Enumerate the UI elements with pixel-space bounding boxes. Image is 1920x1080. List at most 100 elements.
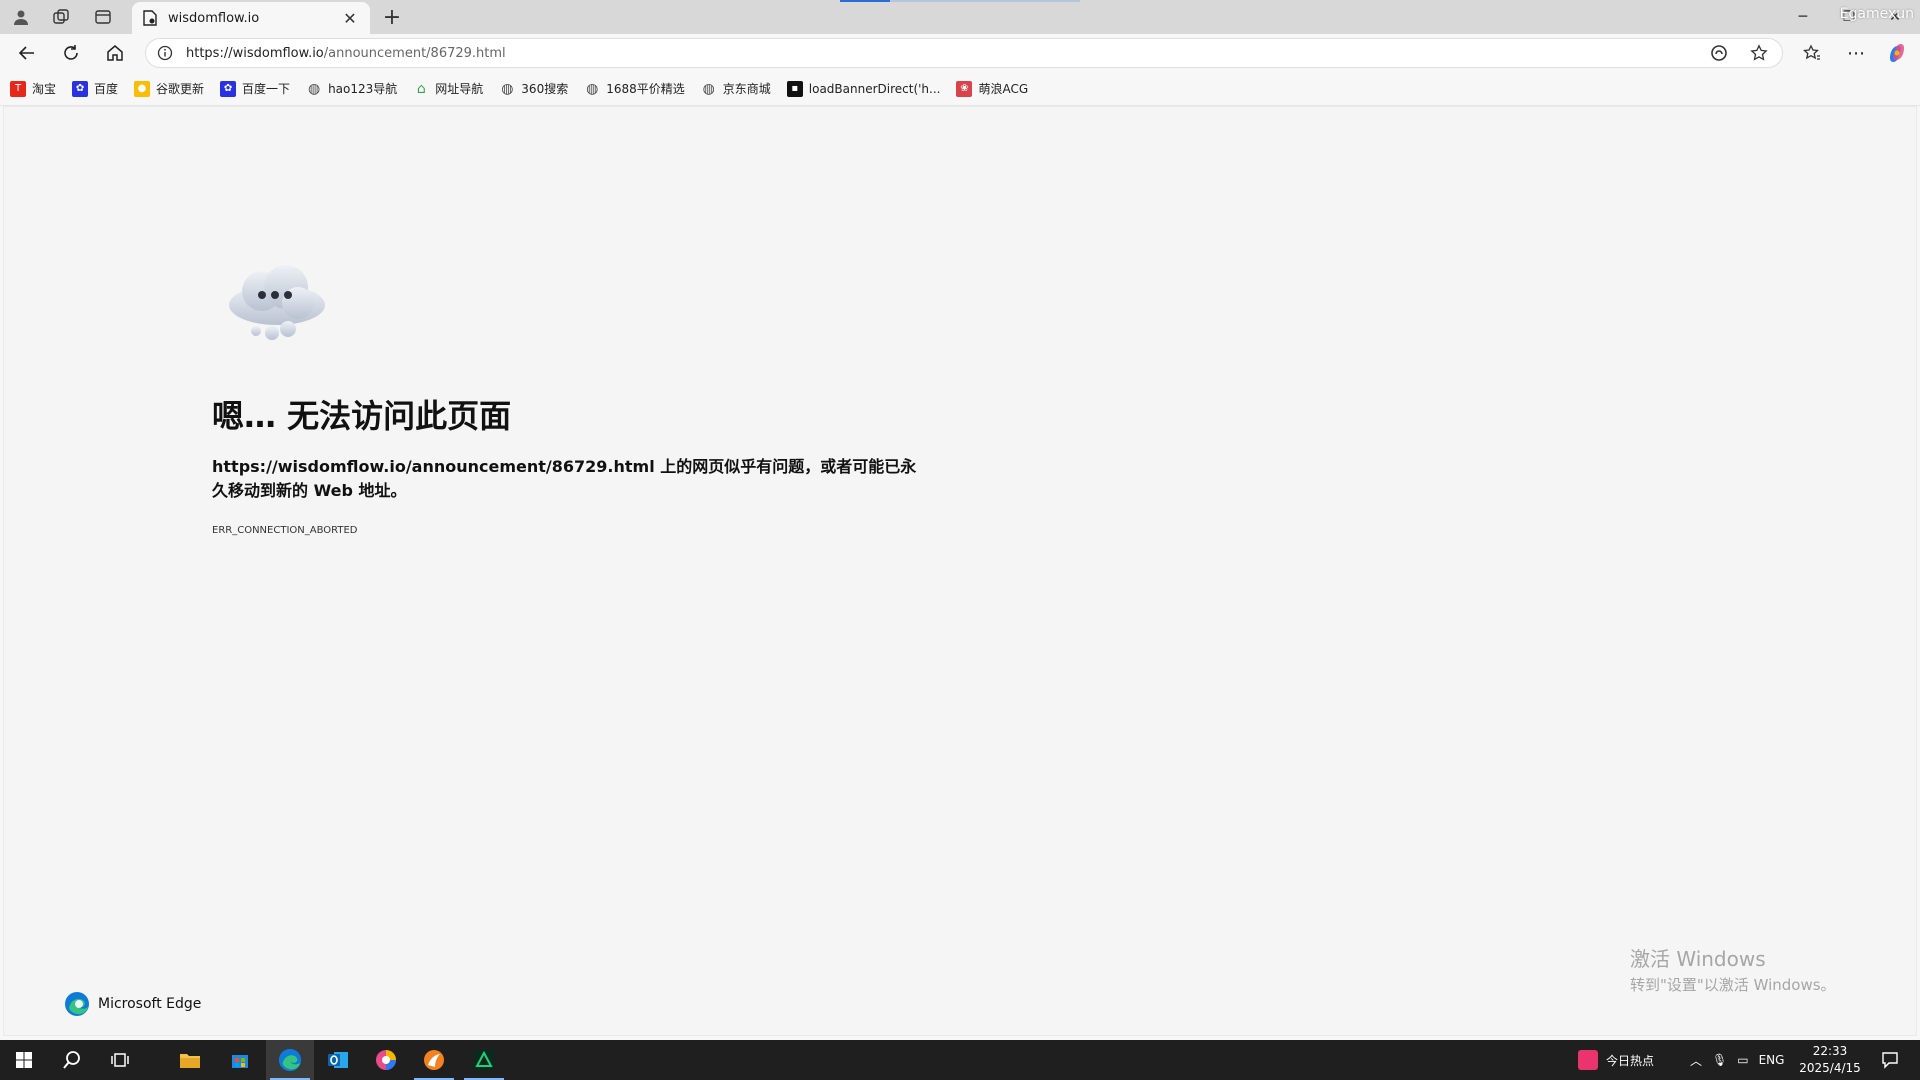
- back-button[interactable]: [12, 39, 42, 67]
- green-app-button[interactable]: [460, 1040, 508, 1080]
- store-icon: [232, 1055, 248, 1068]
- bookmark-item[interactable]: ● 谷歌更新: [134, 80, 204, 97]
- colorful-app-icon: [376, 1050, 396, 1070]
- watermark-title: 激活 Windows: [1630, 947, 1766, 971]
- tab-actions-icon: [95, 10, 111, 24]
- color-app-button[interactable]: [362, 1040, 410, 1080]
- edge-logo-icon: [65, 992, 89, 1016]
- edge-taskbar-button[interactable]: [266, 1040, 314, 1080]
- triangle-app-icon: [474, 1050, 494, 1070]
- news-widget[interactable]: 今日热点: [1578, 1040, 1654, 1080]
- bookmark-item[interactable]: ⌂ 网址导航: [413, 80, 483, 97]
- bookmark-item[interactable]: ◍ 1688平价精选: [584, 80, 685, 97]
- copilot-button[interactable]: [1882, 39, 1912, 67]
- language-indicator[interactable]: ENG: [1759, 1053, 1785, 1067]
- overlay-label: Egamexun: [1839, 6, 1914, 22]
- bookmark-label: 百度一下: [242, 82, 291, 96]
- chevron-up-icon[interactable]: ︿: [1690, 1052, 1702, 1069]
- orange-app-icon: [424, 1050, 444, 1070]
- clock-time: 22:33: [1812, 1044, 1848, 1058]
- edge-icon: [278, 1048, 302, 1072]
- bookmark-label: 淘宝: [32, 82, 57, 96]
- bookmarks-bar: T 淘宝 ✿ 百度 ● 谷歌更新 ✿ 百度一下 ◍ hao123导航 ⌂ 网址导航 ◍ 360搜索 ◍ 168…: [0, 72, 1920, 106]
- bookmark-label: 网址导航: [435, 82, 484, 96]
- url-path: /announcement/86729.html: [323, 45, 506, 61]
- copilot-icon: [1890, 44, 1904, 62]
- close-tab-icon[interactable]: ✕: [340, 8, 360, 28]
- bookmark-label: 谷歌更新: [156, 82, 205, 96]
- taobao-icon: T: [10, 80, 26, 97]
- acg-icon: ❀: [956, 80, 973, 97]
- edge-refresh-icon: [1711, 45, 1727, 61]
- favorites-button[interactable]: [1797, 39, 1827, 67]
- bookmark-label: hao123导航: [328, 82, 398, 96]
- workspaces-icon: [53, 9, 69, 24]
- cloud-error-icon: [229, 265, 325, 340]
- clock-date: 2025/4/15: [1799, 1061, 1861, 1075]
- chrome-icon: ●: [134, 80, 151, 97]
- refresh-button[interactable]: [56, 39, 86, 67]
- new-tab-button[interactable]: +: [380, 5, 404, 30]
- profile-button[interactable]: [8, 5, 34, 29]
- bookmark-label: 京东商城: [722, 82, 771, 96]
- url-host: https://wisdomflow.io: [186, 45, 324, 61]
- page-icon: [142, 10, 158, 26]
- file-explorer-button[interactable]: [166, 1040, 214, 1080]
- workspaces-button[interactable]: [48, 5, 74, 29]
- task-view-button[interactable]: [96, 1040, 144, 1080]
- tab-strip: wisdomflow.io ✕ + ─ ❐ ✕ Egamexun: [0, 0, 1920, 34]
- orange-app-button[interactable]: [410, 1040, 458, 1080]
- settings-menu-button[interactable]: ⋯: [1841, 39, 1871, 67]
- bookmark-label: 萌浪ACG: [978, 82, 1029, 96]
- network-icon[interactable]: ▭: [1737, 1053, 1748, 1067]
- minimize-button[interactable]: ─: [1780, 0, 1826, 34]
- start-button[interactable]: [0, 1040, 48, 1080]
- url-text[interactable]: https://wisdomflow.io/announcement/86729…: [186, 46, 1692, 61]
- loading-bar: [840, 0, 1080, 2]
- task-view-icon: [111, 1053, 129, 1067]
- error-description: https://wisdomflow.io/announcement/86729…: [212, 455, 932, 503]
- address-bar[interactable]: https://wisdomflow.io/announcement/86729…: [145, 38, 1783, 68]
- bookmark-label: 360搜索: [521, 82, 569, 96]
- tab-active[interactable]: wisdomflow.io ✕: [132, 2, 370, 34]
- bookmark-item[interactable]: ◍ 京东商城: [701, 80, 771, 97]
- back-arrow-icon: [18, 46, 34, 60]
- reading-mode-button[interactable]: [1706, 41, 1732, 65]
- globe-icon: ◍: [702, 80, 715, 97]
- more-dots-icon: ⋯: [1847, 42, 1865, 64]
- outlook-button[interactable]: [314, 1040, 362, 1080]
- bookmark-label: loadBannerDirect('h...: [808, 81, 941, 96]
- bookmark-item[interactable]: ❀ 萌浪ACG: [956, 80, 1028, 97]
- home-button[interactable]: [100, 39, 130, 67]
- system-tray: ︿ 🎙 ▭ ENG: [1690, 1040, 1784, 1080]
- favorite-star-button[interactable]: [1746, 41, 1772, 65]
- activation-watermark: 激活 Windows 转到"设置"以激活 Windows。: [1630, 943, 1836, 995]
- favorites-icon: [1803, 44, 1820, 60]
- bookmark-label: 1688平价精选: [606, 82, 685, 96]
- notifications-button[interactable]: [1866, 1040, 1914, 1080]
- tab-title: wisdomflow.io: [168, 10, 260, 26]
- bookmark-item[interactable]: ◍ hao123导航: [306, 80, 397, 97]
- page-content: 嗯… 无法访问此页面 https://wisdomflow.io/announc…: [3, 106, 1917, 1036]
- store-button[interactable]: [216, 1040, 264, 1080]
- bookmark-item[interactable]: T 淘宝: [10, 80, 56, 97]
- bookmark-item[interactable]: ▪ loadBannerDirect('h...: [786, 80, 941, 97]
- microphone-icon[interactable]: 🎙: [1712, 1053, 1727, 1067]
- bookmark-item[interactable]: ✿ 百度: [72, 80, 118, 97]
- notification-icon: [1882, 1052, 1898, 1069]
- error-code: ERR_CONNECTION_ABORTED: [212, 525, 358, 536]
- brand-label: Microsoft Edge: [98, 996, 202, 1012]
- globe-icon: ◍: [501, 80, 514, 97]
- bookmark-item[interactable]: ✿ 百度一下: [220, 80, 290, 97]
- search-button[interactable]: [48, 1040, 96, 1080]
- star-icon: [1750, 44, 1768, 61]
- info-icon[interactable]: [156, 44, 174, 62]
- bookmark-item[interactable]: ◍ 360搜索: [499, 80, 568, 97]
- taskbar-clock[interactable]: 22:33 2025/4/15: [1790, 1043, 1870, 1077]
- vertical-tabs-button[interactable]: [90, 5, 116, 29]
- folder-icon: [180, 1054, 200, 1068]
- outlook-icon: [328, 1052, 348, 1068]
- globe-icon: ◍: [307, 80, 321, 97]
- taskbar: 今日热点 ︿ 🎙 ▭ ENG 22:33 2025/4/15: [0, 1040, 1920, 1080]
- news-label: 今日热点: [1606, 1053, 1655, 1068]
